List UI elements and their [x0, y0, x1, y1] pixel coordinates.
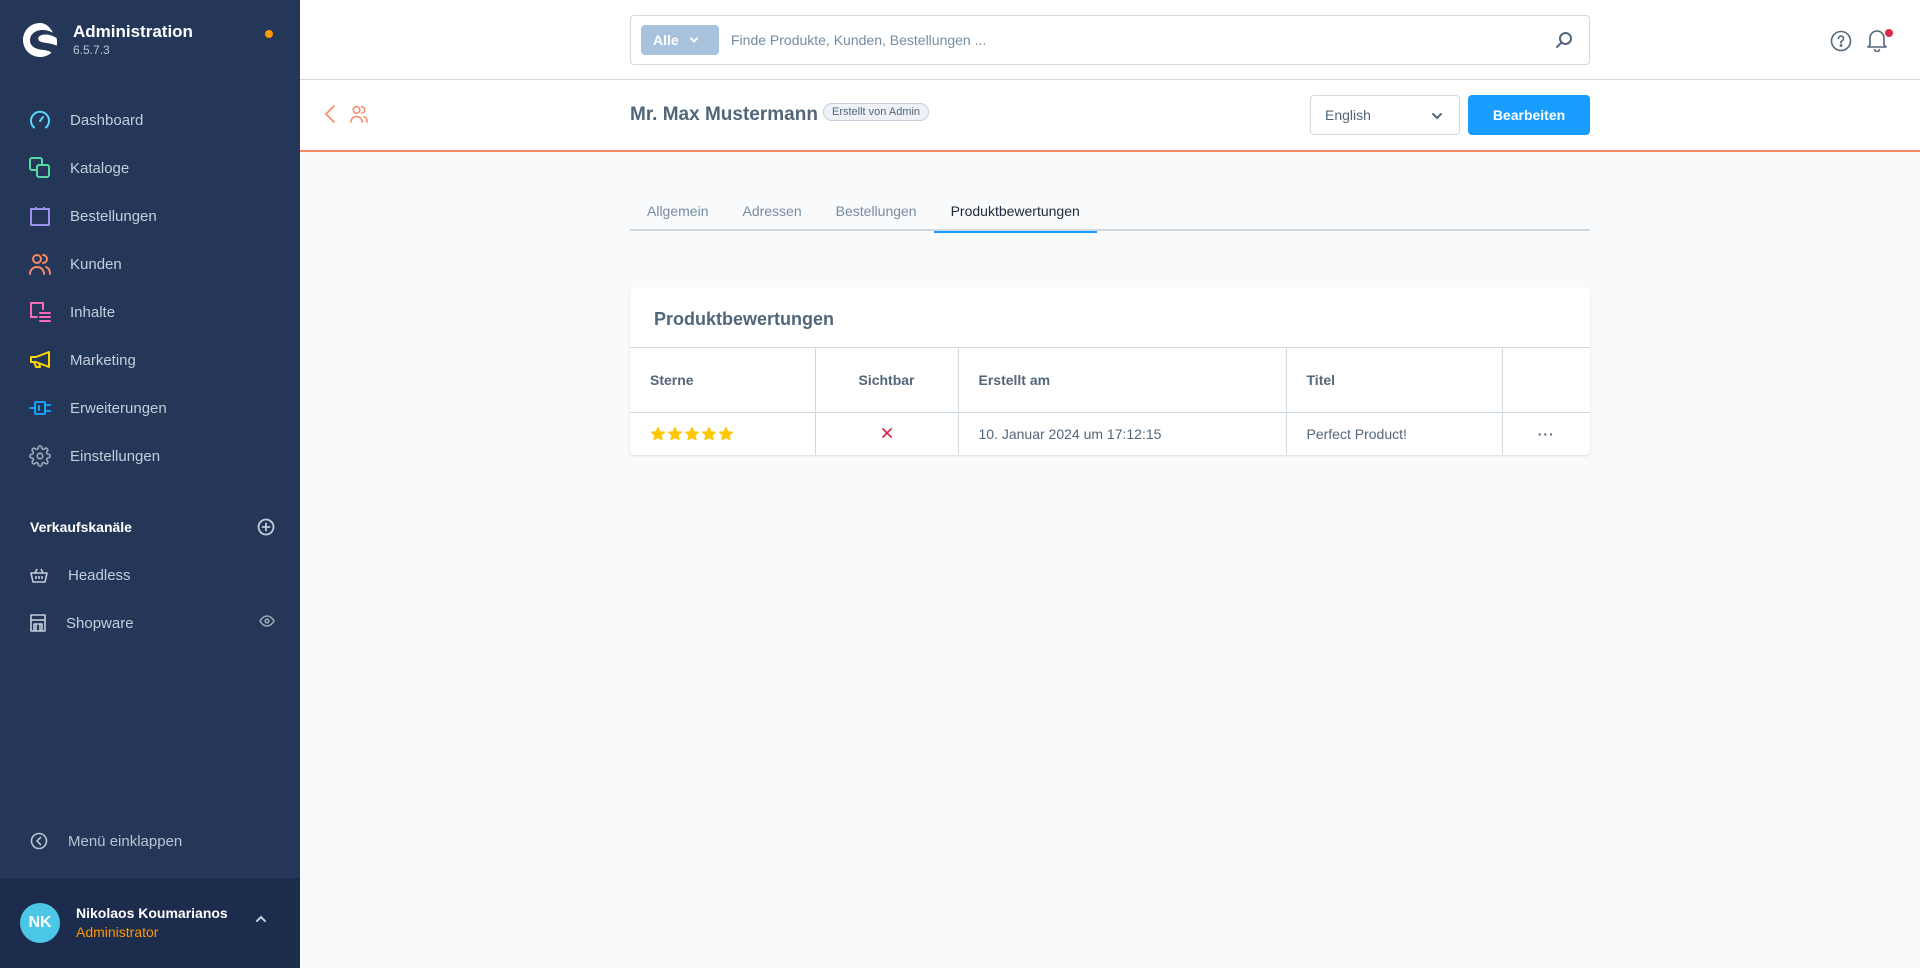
tab-addresses[interactable]: Adressen — [725, 190, 818, 231]
reviews-table: Sterne Sichtbar Erstellt am Titel 10. Ja… — [630, 348, 1590, 455]
sales-channel-label: Shopware — [66, 614, 134, 632]
gear-icon — [29, 445, 51, 467]
app-title: Administration — [73, 22, 193, 41]
megaphone-icon — [30, 351, 50, 368]
search-type-select[interactable]: Alle — [641, 25, 719, 55]
page-title: Mr. Max Mustermann — [630, 104, 818, 125]
tab-orders[interactable]: Bestellungen — [819, 190, 934, 231]
chevron-down-icon — [1432, 113, 1442, 120]
collapse-menu-button[interactable]: Menü einklappen — [30, 832, 182, 850]
catalog-icon — [29, 157, 50, 178]
basket-icon — [30, 568, 48, 583]
customers-icon — [29, 254, 51, 275]
sidebar-item-orders[interactable]: Bestellungen — [0, 192, 300, 240]
eye-icon[interactable] — [259, 615, 275, 627]
language-select-value: English — [1325, 107, 1371, 123]
star-icon — [701, 427, 717, 441]
back-arrow-icon[interactable] — [324, 104, 336, 124]
table-row[interactable]: 10. Januar 2024 um 17:12:15 Perfect Prod… — [630, 412, 1590, 455]
product-reviews-card: Produktbewertungen Sterne Sichtbar Erste… — [630, 287, 1590, 455]
search-icon[interactable] — [1555, 31, 1573, 49]
chevron-down-icon — [689, 37, 698, 43]
sales-channels-header: Verkaufskanäle — [30, 518, 275, 536]
star-icon — [650, 427, 666, 441]
sidebar-item-label: Inhalte — [70, 303, 116, 321]
sidebar-item-label: Bestellungen — [70, 207, 157, 225]
status-dot — [265, 30, 273, 38]
sales-channels-title: Verkaufskanäle — [30, 519, 132, 535]
sidebar-item-label: Kataloge — [70, 159, 130, 177]
sidebar-item-customers[interactable]: Kunden — [0, 240, 300, 288]
content-icon — [30, 302, 51, 322]
sidebar-item-label: Marketing — [70, 351, 136, 369]
card-title: Produktbewertungen — [630, 287, 1590, 348]
created-by-badge: Erstellt von Admin — [823, 103, 930, 121]
help-icon[interactable] — [1830, 30, 1852, 52]
sidebar-item-content[interactable]: Inhalte — [0, 288, 300, 336]
row-actions-button[interactable]: ··· — [1502, 412, 1590, 455]
sidebar-item-catalogs[interactable]: Kataloge — [0, 144, 300, 192]
column-header-actions — [1502, 348, 1590, 413]
column-header-stars[interactable]: Sterne — [630, 348, 816, 413]
column-header-title[interactable]: Titel — [1286, 348, 1503, 413]
user-name: Nikolaos Koumarianos — [76, 905, 228, 921]
sidebar-item-settings[interactable]: Einstellungen — [0, 432, 300, 480]
customers-icon — [350, 105, 368, 123]
shopware-logo-icon — [23, 23, 57, 57]
sidebar-item-label: Einstellungen — [70, 447, 161, 465]
star-icon — [718, 427, 734, 441]
sidebar-item-marketing[interactable]: Marketing — [0, 336, 300, 384]
search-input[interactable] — [731, 26, 1531, 54]
sales-channel-shopware[interactable]: Shopware — [30, 603, 275, 643]
cell-title: Perfect Product! — [1286, 412, 1503, 455]
edit-button[interactable]: Bearbeiten — [1468, 95, 1590, 135]
cell-created-at: 10. Januar 2024 um 17:12:15 — [958, 412, 1287, 455]
not-visible-x-icon — [881, 427, 892, 438]
star-icon — [684, 427, 700, 441]
notification-badge — [1885, 29, 1893, 37]
main-nav: Dashboard Kataloge Bestellungen Kunden I… — [0, 96, 300, 480]
table-header-row: Sterne Sichtbar Erstellt am Titel — [630, 348, 1590, 413]
user-role: Administrator — [76, 924, 159, 940]
add-sales-channel-icon[interactable] — [257, 518, 275, 536]
collapse-menu-label: Menü einklappen — [68, 832, 183, 850]
storefront-icon — [30, 614, 46, 632]
top-header: Alle — [300, 0, 1920, 80]
search-type-label: Alle — [653, 32, 679, 48]
sidebar-item-extensions[interactable]: Erweiterungen — [0, 384, 300, 432]
sidebar-item-label: Dashboard — [70, 111, 144, 129]
cell-visible — [815, 412, 959, 455]
column-header-created-at[interactable]: Erstellt am — [958, 348, 1287, 413]
star-rating — [650, 426, 734, 442]
app-version: 6.5.7.3 — [73, 43, 110, 57]
tab-general[interactable]: Allgemein — [630, 190, 725, 231]
cell-stars — [630, 412, 816, 455]
chevron-up-icon[interactable] — [254, 914, 268, 924]
customer-detail-tabs: Allgemein Adressen Bestellungen Produktb… — [630, 190, 1590, 233]
sales-channel-label: Headless — [68, 566, 131, 584]
shopping-bag-icon — [30, 207, 50, 226]
smart-bar: Mr. Max Mustermann Erstellt von Admin En… — [300, 80, 1920, 152]
dashboard-icon — [30, 110, 50, 129]
global-search: Alle — [630, 15, 1590, 65]
brand[interactable]: Administration 6.5.7.3 — [22, 22, 193, 58]
column-header-visible[interactable]: Sichtbar — [815, 348, 959, 413]
sidebar-item-dashboard[interactable]: Dashboard — [0, 96, 300, 144]
sidebar-item-label: Kunden — [70, 255, 122, 273]
star-icon — [667, 427, 683, 441]
sales-channel-headless[interactable]: Headless — [30, 555, 275, 595]
tab-product-reviews[interactable]: Produktbewertungen — [933, 190, 1098, 233]
chevron-left-circle-icon — [30, 832, 48, 850]
language-select[interactable]: English — [1310, 95, 1460, 135]
sidebar: Administration 6.5.7.3 Dashboard Katalog… — [0, 0, 300, 968]
more-actions-icon: ··· — [1537, 425, 1555, 442]
sidebar-item-label: Erweiterungen — [70, 399, 167, 417]
avatar: NK — [20, 903, 60, 943]
user-menu[interactable]: NK Nikolaos Koumarianos Administrator — [0, 878, 300, 968]
plug-icon — [29, 401, 51, 415]
